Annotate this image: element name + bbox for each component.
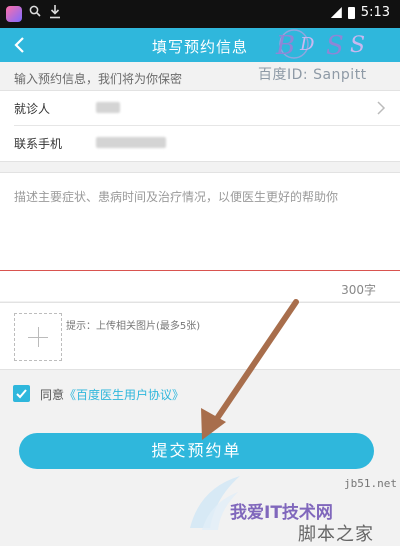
agreement-checkbox[interactable] [13,385,30,402]
chevron-right-icon [377,101,386,115]
patient-info-card: 就诊人 联系手机 [0,90,400,162]
check-icon [16,389,27,399]
download-icon [50,5,60,19]
svg-text:S: S [326,31,344,60]
upload-image-button[interactable] [14,313,62,361]
jb51-watermark: 脚本之家 [298,524,374,545]
bdss-logo: B D S S [275,29,365,60]
plus-icon-vertical [38,327,39,347]
signal-icon [330,7,342,18]
patient-value-redacted [96,102,120,113]
search-icon [29,5,41,17]
agreement-link[interactable]: 《百度医生用户协议》 [64,388,184,402]
patient-label: 就诊人 [14,102,51,116]
agreement-prefix: 同意 [40,388,65,402]
status-time: 5:13 [360,5,390,20]
domain-watermark: jb51.net [344,477,397,490]
svg-text:S: S [350,33,365,58]
agreement-text: 同意《百度医生用户协议》 [40,386,184,403]
description-placeholder: 描述主要症状、患病时间及治疗情况，以便医生更好的帮助你 [14,190,339,204]
svg-text:D: D [299,34,315,55]
patient-row[interactable]: 就诊人 [0,91,400,126]
counter-area: 300字 [0,278,400,300]
phone-value-redacted [96,137,166,148]
char-counter: 300字 [341,283,376,297]
svg-text:B: B [275,31,295,60]
privacy-hint: 输入预约信息，我们将为你保密 [14,72,183,86]
app-icon [6,6,22,22]
nav-bar: 填写预约信息 B D S S [0,28,400,62]
baidu-id-watermark: 百度ID: Sanpitt [258,67,367,83]
upload-hint: 提示：上传相关图片(最多5张) [66,321,201,332]
battery-icon [347,6,355,19]
upload-card: 提示：上传相关图片(最多5张) [0,302,400,370]
phone-row[interactable]: 联系手机 [0,126,400,160]
agreement-row: 同意《百度医生用户协议》 [0,376,400,412]
phone-label: 联系手机 [14,137,63,151]
status-bar: 5:13 [0,0,400,28]
submit-button[interactable]: 提交预约单 [19,433,374,469]
red-divider-line [0,270,400,271]
